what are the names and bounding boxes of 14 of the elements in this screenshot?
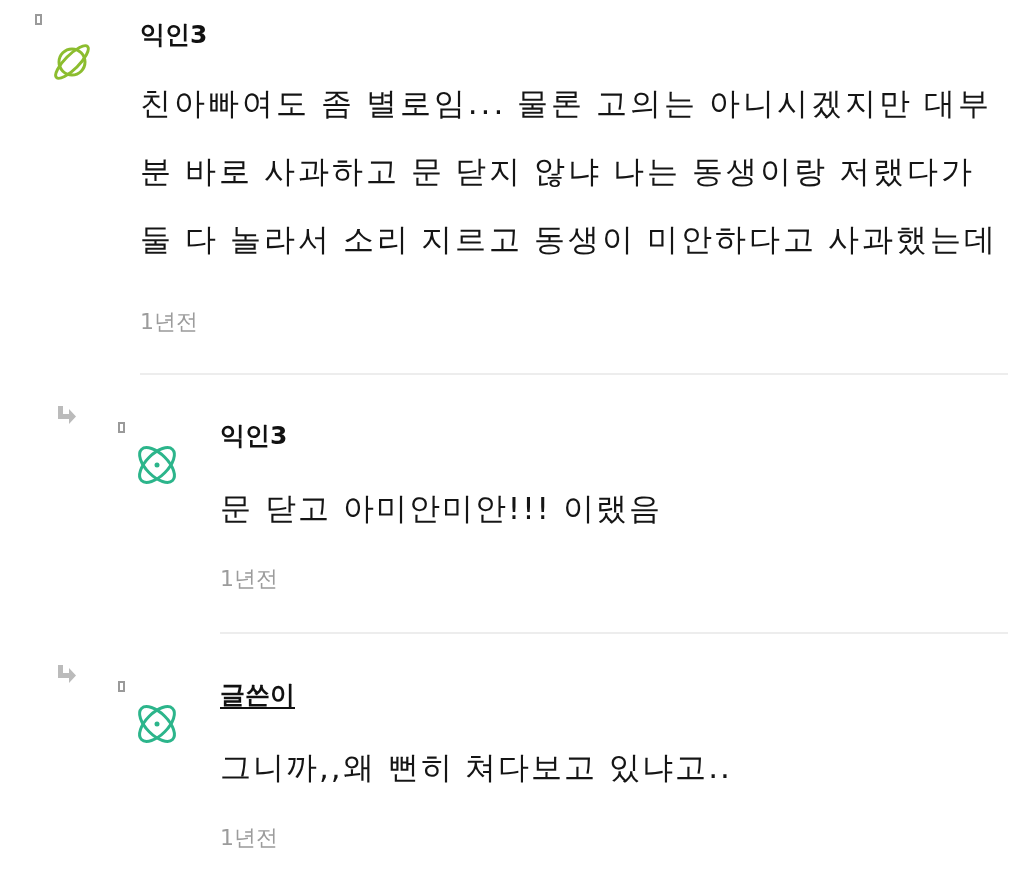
small-rectangle-icon bbox=[118, 681, 125, 692]
author-name: 글쓴이 bbox=[220, 679, 296, 711]
author-name: 익인3 bbox=[220, 420, 289, 452]
timestamp: 1년전 bbox=[220, 565, 279, 593]
comment-text: 친아빠여도 좀 별로임... 물론 고의는 아니시겠지만 대부분 바로 사과하고 문 닫지 않냐 나는 동생이랑 저랬다가 둘 다 놀라서 소리 지르고 동생이 미안하다고 사과했는데 bbox=[140, 84, 999, 259]
reply-arrow-icon bbox=[57, 665, 77, 683]
reply-arrow-icon bbox=[57, 406, 77, 424]
small-rectangle-icon bbox=[118, 422, 125, 433]
small-rectangle-icon bbox=[35, 14, 42, 25]
comment-text: 그니까,,왜 뻔히 쳐다보고 있냐고.. bbox=[220, 748, 733, 787]
comment-text: 문 닫고 아미안미안!!! 이랬음 bbox=[220, 489, 663, 528]
timestamp: 1년전 bbox=[220, 824, 279, 852]
timestamp: 1년전 bbox=[140, 308, 199, 336]
author-name: 익인3 bbox=[140, 19, 209, 51]
